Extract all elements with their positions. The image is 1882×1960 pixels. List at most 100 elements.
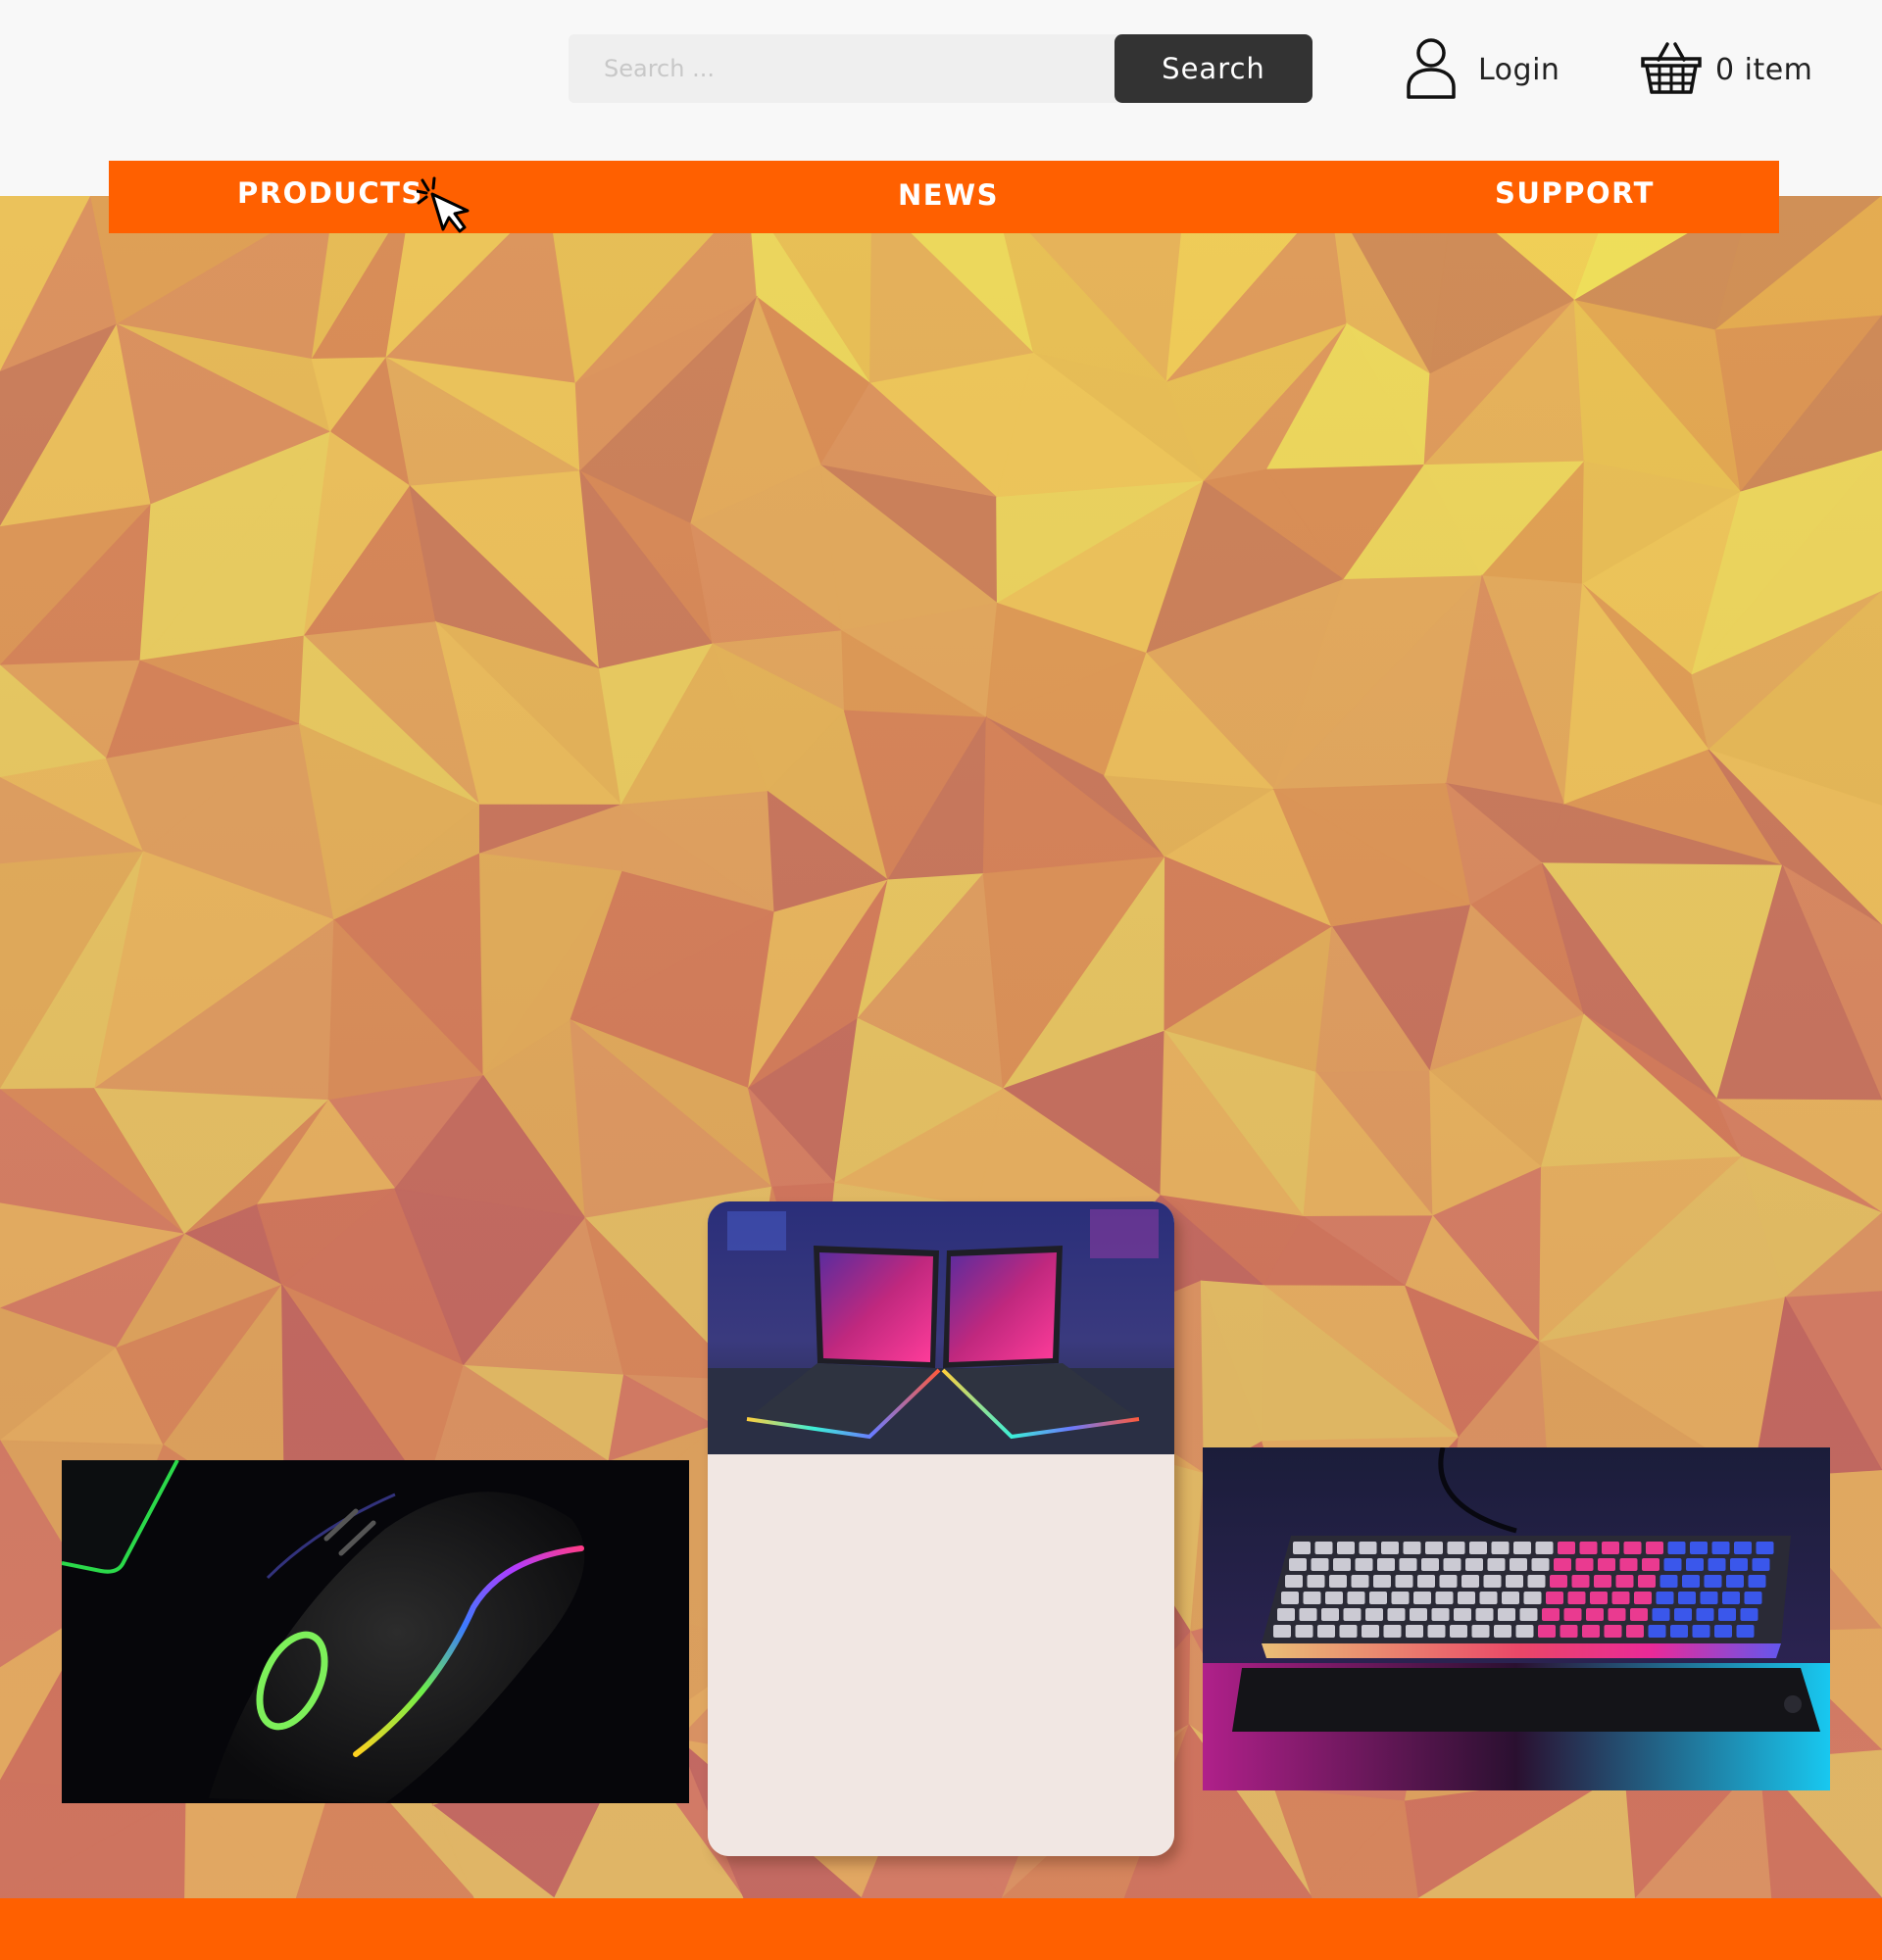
keyboard-key bbox=[1678, 1592, 1696, 1604]
keyboard-key bbox=[1558, 1542, 1575, 1554]
keyboard-key bbox=[1295, 1625, 1313, 1638]
keyboard-key bbox=[1465, 1558, 1483, 1571]
keyboard-key bbox=[1479, 1592, 1498, 1604]
keyboard-key bbox=[1362, 1625, 1379, 1638]
keyboard-key bbox=[1594, 1575, 1611, 1588]
keyboard-key bbox=[1421, 1558, 1439, 1571]
keyboard-key bbox=[1410, 1608, 1427, 1621]
keyboard-key bbox=[1469, 1542, 1487, 1554]
keyboard-key bbox=[1648, 1625, 1666, 1638]
keyboard-key bbox=[1381, 1542, 1399, 1554]
keyboard-key bbox=[1630, 1608, 1648, 1621]
keyboard-key bbox=[1285, 1575, 1303, 1588]
keyboard-key bbox=[1506, 1575, 1523, 1588]
keyboard-key bbox=[1383, 1625, 1402, 1638]
keyboard-key bbox=[1674, 1608, 1692, 1621]
product-card-gaming-keyboard[interactable] bbox=[1203, 1447, 1830, 1790]
keyboard-key bbox=[1413, 1592, 1431, 1604]
nav-item-news[interactable]: NEWS bbox=[898, 161, 999, 233]
keyboard-key bbox=[1722, 1592, 1740, 1604]
keyboard-key bbox=[1708, 1558, 1726, 1571]
keyboard-key bbox=[1494, 1625, 1511, 1638]
keyboard-key bbox=[1535, 1542, 1554, 1554]
keyboard-key bbox=[1435, 1592, 1454, 1604]
keyboard-key bbox=[1369, 1592, 1387, 1604]
keyboard-key bbox=[1303, 1592, 1321, 1604]
keyboard-key bbox=[1611, 1592, 1630, 1604]
keyboard-key bbox=[1700, 1592, 1718, 1604]
keyboard-key bbox=[1626, 1625, 1644, 1638]
keyboard-key bbox=[1321, 1608, 1339, 1621]
keyboard-key bbox=[1339, 1625, 1358, 1638]
keyboard-key bbox=[1696, 1608, 1714, 1621]
keyboard-key bbox=[1656, 1592, 1674, 1604]
keyboard-key bbox=[1686, 1558, 1704, 1571]
nav-item-products[interactable]: PRODUCTS bbox=[237, 161, 423, 233]
keyboard-key bbox=[1554, 1558, 1571, 1571]
keyboard-key bbox=[1399, 1558, 1417, 1571]
keyboard-key bbox=[1598, 1558, 1615, 1571]
keyboard-key bbox=[1690, 1542, 1708, 1554]
keyboard-key bbox=[1299, 1608, 1317, 1621]
keyboard-key bbox=[1602, 1542, 1619, 1554]
keyboard-key bbox=[1714, 1625, 1732, 1638]
keyboard-key bbox=[1659, 1575, 1678, 1588]
keyboard-key bbox=[1475, 1608, 1494, 1621]
keyboard-key bbox=[1560, 1625, 1578, 1638]
keyboard-key bbox=[1523, 1592, 1542, 1604]
keyboard-key bbox=[1652, 1608, 1670, 1621]
keyboard-key bbox=[1515, 1625, 1534, 1638]
keyboard-key bbox=[1337, 1542, 1355, 1554]
keyboard-key bbox=[1325, 1592, 1343, 1604]
keyboard-key bbox=[1604, 1625, 1622, 1638]
keyboard-key bbox=[1704, 1575, 1722, 1588]
keyboard-key bbox=[1458, 1592, 1475, 1604]
gaming-keyboard-image bbox=[1203, 1447, 1830, 1790]
keyboard-key bbox=[1343, 1608, 1362, 1621]
keyboard-key bbox=[1513, 1542, 1531, 1554]
login-link[interactable]: Login bbox=[1406, 35, 1560, 104]
keyboard-key bbox=[1289, 1558, 1307, 1571]
keyboard-key bbox=[1538, 1625, 1556, 1638]
keyboard-key bbox=[1377, 1558, 1395, 1571]
keyboard-key bbox=[1498, 1608, 1515, 1621]
site-footer-bar bbox=[0, 1898, 1882, 1960]
keyboard-key bbox=[1277, 1608, 1295, 1621]
cart-count: 0 item bbox=[1715, 52, 1813, 87]
keyboard-key bbox=[1454, 1608, 1471, 1621]
keyboard-key bbox=[1667, 1542, 1686, 1554]
keyboard-key bbox=[1582, 1625, 1600, 1638]
keyboard-key bbox=[1355, 1558, 1373, 1571]
keyboard-key bbox=[1487, 1558, 1506, 1571]
search-button[interactable]: Search bbox=[1114, 34, 1312, 103]
product-card-gaming-laptops[interactable] bbox=[708, 1201, 1174, 1856]
keyboard-key bbox=[1726, 1575, 1744, 1588]
keyboard-key bbox=[1736, 1625, 1755, 1638]
main-nav: PRODUCTS NEWS SUPPORT bbox=[109, 161, 1779, 233]
keyboard-key bbox=[1391, 1592, 1410, 1604]
gaming-laptops-image bbox=[708, 1201, 1174, 1454]
keyboard-key bbox=[1314, 1542, 1333, 1554]
keyboard-key bbox=[1406, 1625, 1423, 1638]
keyboard-key bbox=[1333, 1558, 1351, 1571]
gaming-mouse-image bbox=[62, 1460, 689, 1803]
keyboard-key bbox=[1510, 1558, 1527, 1571]
keyboard-key bbox=[1443, 1558, 1461, 1571]
keyboard-key bbox=[1586, 1608, 1604, 1621]
keyboard-key bbox=[1373, 1575, 1391, 1588]
keyboard-key bbox=[1365, 1608, 1383, 1621]
keyboard-key bbox=[1502, 1592, 1519, 1604]
keyboard-key bbox=[1718, 1608, 1736, 1621]
search-input[interactable] bbox=[569, 34, 1147, 103]
keyboard-key bbox=[1692, 1625, 1710, 1638]
keyboard-key bbox=[1670, 1625, 1688, 1638]
nav-item-support[interactable]: SUPPORT bbox=[1495, 161, 1655, 233]
keyboard-key bbox=[1527, 1575, 1546, 1588]
keyboard-key bbox=[1734, 1542, 1752, 1554]
user-icon bbox=[1406, 36, 1457, 103]
keyboard-key bbox=[1427, 1625, 1446, 1638]
product-card-gaming-mouse[interactable] bbox=[62, 1460, 689, 1803]
keyboard-key bbox=[1281, 1592, 1299, 1604]
keyboard-key bbox=[1748, 1575, 1766, 1588]
cart-link[interactable]: 0 item bbox=[1641, 35, 1812, 104]
